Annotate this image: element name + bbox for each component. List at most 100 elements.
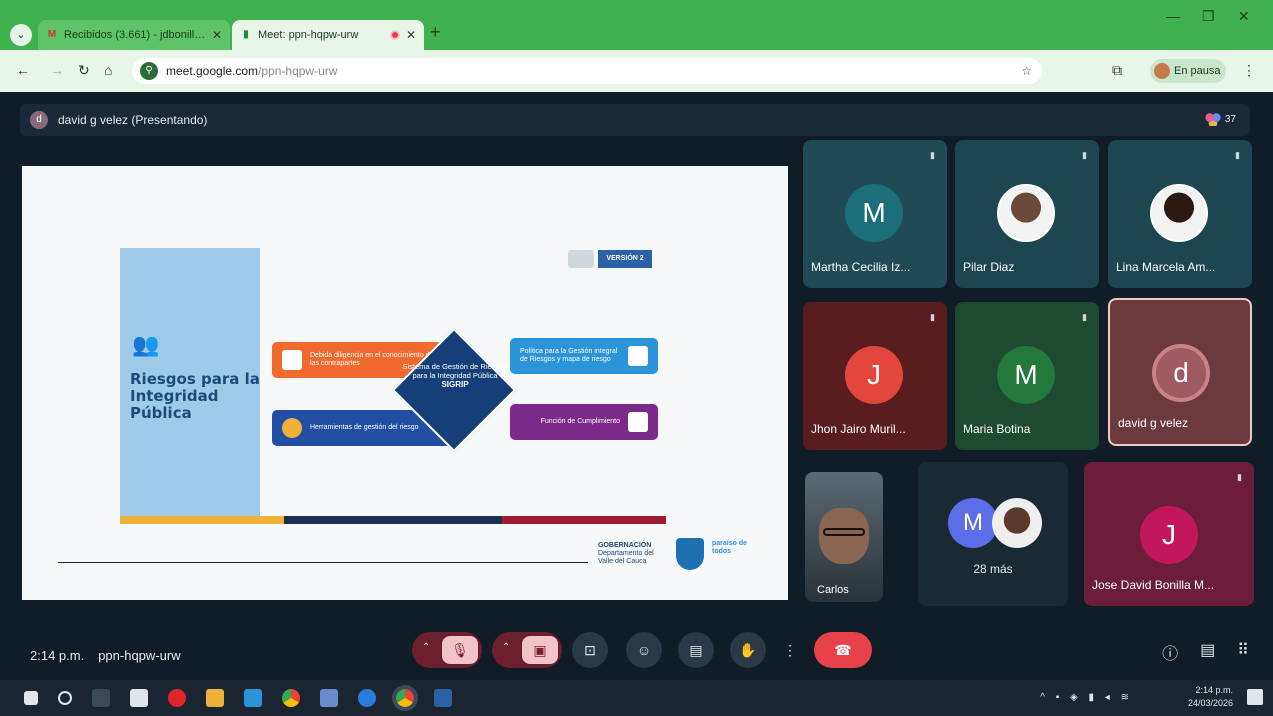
present-button[interactable]: ⊡ [572,632,608,668]
captions-icon: ▤ [689,641,703,658]
word-icon[interactable] [434,689,452,707]
gov-logo-text: GOBERNACIÓN Departamento del Valle del C… [598,542,668,566]
gov-sub: Departamento del Valle del Cauca [598,550,654,565]
address-bar[interactable]: ⚲ meet.google.com /ppn-hqpw-urw ☆ [132,58,1042,84]
center-text: Sistema de Gestión de Riesgos para la In… [402,362,508,380]
tab-gmail[interactable]: M Recibidos (3.661) - jdbonilla@ ✕ [38,20,230,50]
camera-button[interactable]: ⌃ ▣ [492,632,562,668]
tab-label: Meet: ppn-hqpw-urw [258,29,359,41]
more-participants-tile[interactable]: M 28 más [918,462,1068,606]
shield-icon [676,538,704,570]
participant-name: Jhon Jairo Muril... [811,422,906,436]
leave-call-button[interactable]: ☎ [814,632,872,668]
gmail-icon: M [47,29,57,40]
participant-name: Martha Cecilia Iz... [811,260,911,274]
site-info-icon[interactable]: ⚲ [140,62,158,80]
bookmark-star-icon[interactable]: ☆ [1021,64,1032,78]
close-window-icon[interactable]: ✕ [1238,8,1250,25]
meeting-time: 2:14 p.m. [30,648,85,663]
profile-label: En pausa [1174,65,1221,77]
meet-area: d david g velez (Presentando) 37 👥 Riesg… [0,92,1273,680]
side-tools: ⓘ ▤ ⠿ [1162,640,1249,664]
captions-button[interactable]: ▤ [678,632,714,668]
chrome-active-icon[interactable] [392,685,418,711]
more-menu-icon[interactable]: ⋮ [1242,62,1256,79]
presenter-bar: d david g velez (Presentando) 37 [20,104,1250,136]
tab-label: Recibidos (3.661) - jdbonilla@ [64,29,206,41]
chat-icon[interactable]: ▤ [1200,640,1215,664]
phone-hangup-icon: ☎ [834,641,852,658]
app-icon[interactable] [320,689,338,707]
opera-icon[interactable] [168,689,186,707]
avatar: J [845,346,903,404]
gov-label: GOBERNACIÓN [598,542,652,549]
profile-button[interactable]: En pausa [1150,59,1226,83]
search-icon[interactable] [58,691,72,705]
meeting-code: ppn-hqpw-urw [98,648,181,663]
close-icon[interactable]: ✕ [406,28,416,42]
url-host: meet.google.com [166,64,259,78]
chevron-up-icon[interactable]: ⌃ [502,642,510,653]
meeting-info: 2:14 p.m. ppn-hqpw-urw [30,648,181,663]
windows-start-icon[interactable] [24,691,38,705]
back-icon[interactable]: ← [16,62,30,78]
gear-icon [282,418,302,438]
slide-header-logos: VERSIÓN 2 [568,248,660,270]
more-options-button[interactable]: ⋮ [778,632,802,668]
participant-count[interactable]: 37 [1204,112,1236,126]
file-explorer-icon[interactable] [206,689,224,707]
task-view-icon[interactable] [92,689,110,707]
participant-tile[interactable]: ▮ M Martha Cecilia Iz... [803,140,947,288]
slide-footer-logos: GOBERNACIÓN Departamento del Valle del C… [598,538,762,570]
screen: ⌄ M Recibidos (3.661) - jdbonilla@ ✕ ▮ M… [0,0,1273,716]
new-tab-button[interactable]: + [430,22,441,43]
reload-icon[interactable]: ↻ [78,62,90,79]
participant-name: Pilar Diaz [963,260,1015,274]
info-icon[interactable]: ⓘ [1162,640,1178,664]
restore-icon[interactable]: ❐ [1202,8,1215,25]
minimize-icon[interactable]: — [1166,8,1180,24]
participant-tile[interactable]: ▮ J Jose David Bonilla M... [1084,462,1254,606]
tab-meet[interactable]: ▮ Meet: ppn-hqpw-urw ✕ [232,20,424,50]
activities-icon[interactable]: ⠿ [1237,640,1249,664]
forward-icon[interactable]: → [50,62,64,78]
participant-name: Lina Marcela Am... [1116,260,1216,274]
present-icon: ⊡ [584,641,596,658]
notification-icon[interactable] [1247,689,1263,705]
store-icon[interactable] [130,689,148,707]
slide-divider [58,562,588,563]
avatar: M [948,498,998,548]
self-video-tile[interactable]: Carlos [805,472,883,602]
participant-tile[interactable]: ▮ J Jhon Jairo Muril... [803,302,947,450]
app-icon[interactable] [244,689,262,707]
system-tray-icons[interactable]: ^ ▪ ◈ ▮ ◂ ≋ [1040,692,1133,703]
avatar [1150,184,1208,242]
more-vert-icon: ⋮ [783,641,797,658]
tab-search-icon[interactable]: ⌄ [10,24,32,46]
center-acronym: SIGRIP [441,380,469,389]
mic-button[interactable]: ⌃ 🎙 [412,632,482,668]
hand-icon: ✋ [739,641,757,658]
system-clock[interactable]: 2:14 p.m. 24/03/2026 [1188,684,1233,710]
slide-item-funcion: Función de Cumplimiento [510,404,658,440]
edge-icon[interactable] [358,689,376,707]
participant-tile[interactable]: ▮ M Maria Botina [955,302,1099,450]
people-icon [1204,112,1221,126]
chevron-up-icon[interactable]: ⌃ [422,642,430,653]
participant-tile[interactable]: ▮ Pilar Diaz [955,140,1099,288]
avatar: J [1140,506,1198,564]
avatar: d [1152,344,1210,402]
participant-count-value: 37 [1224,113,1236,125]
close-icon[interactable]: ✕ [212,28,222,42]
chrome-icon[interactable] [282,689,300,707]
extensions-icon[interactable]: ⧉ [1112,62,1122,79]
more-avatars: M [948,498,1042,548]
document-icon [628,346,648,366]
participant-name: david g velez [1118,416,1189,430]
home-icon[interactable]: ⌂ [104,62,112,78]
participant-tile[interactable]: ▮ Lina Marcela Am... [1108,140,1252,288]
self-name: Carlos [817,584,849,596]
participant-tile[interactable]: d david g velez [1108,298,1252,446]
raise-hand-button[interactable]: ✋ [730,632,766,668]
reactions-button[interactable]: ☺ [626,632,662,668]
